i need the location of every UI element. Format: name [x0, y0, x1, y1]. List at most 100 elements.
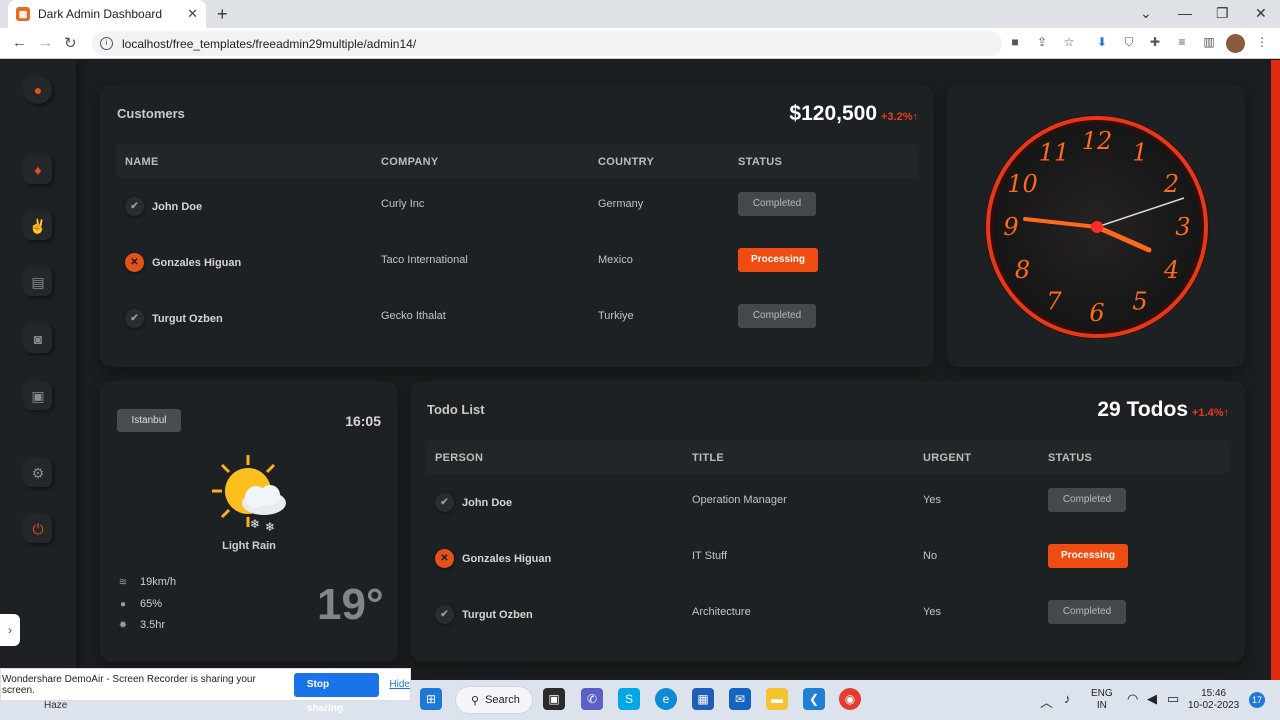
table-row[interactable]: ✔ Turgut Ozben Architecture Yes Completed [426, 596, 1229, 630]
share-icon[interactable]: ⇪ [1035, 35, 1049, 49]
table-row[interactable]: ✕ Gonzales Higuan Taco International Mexi… [116, 244, 918, 278]
todo-card: Todo List 29 Todos +1.4%↑ PERSON TITLE UR… [411, 381, 1245, 662]
page-scrollbar[interactable] [1271, 60, 1280, 680]
temperature: 19° [317, 580, 384, 629]
shield-extension-icon[interactable]: ⛉ [1122, 35, 1136, 49]
extensions-puzzle-icon[interactable]: ✚ [1148, 35, 1162, 49]
customer-country: Mexico [598, 254, 633, 266]
volume-icon[interactable]: ◀ [1147, 691, 1157, 707]
customer-country: Germany [598, 198, 644, 210]
wifi-icon[interactable]: ◠ [1127, 691, 1138, 707]
menu-kebab-icon[interactable]: ⋮ [1255, 35, 1269, 49]
tab-close-icon[interactable]: ✕ [187, 6, 198, 22]
edge-icon[interactable]: e [655, 688, 677, 710]
status-badge: Completed [738, 192, 816, 216]
expand-panel-button[interactable]: › [0, 614, 20, 646]
column-header-company[interactable]: COMPANY [381, 156, 439, 168]
address-bar-row: ← → ↻ i localhost/free_templates/freeadm… [0, 28, 1280, 59]
table-row[interactable]: ✔ Turgut Ozben Gecko Ithalat Turkiye Comp… [116, 300, 918, 334]
notification-count[interactable]: 17 [1249, 692, 1265, 708]
vscode-icon[interactable]: ❮ [803, 688, 825, 710]
check-icon[interactable]: ✔ [435, 605, 454, 624]
clock-tray[interactable]: 15:46 10-02-2023 [1188, 688, 1239, 712]
folder-icon[interactable]: ▬ [766, 688, 788, 710]
person-text: Turgut Ozben [462, 608, 533, 621]
url-field[interactable]: i localhost/free_templates/freeadmin29mu… [92, 31, 1002, 56]
task-view-icon[interactable]: ▣ [543, 688, 565, 710]
clock-numeral: 6 [1089, 299, 1104, 327]
user-icon[interactable]: ● [24, 76, 52, 104]
city-badge[interactable]: Istanbul [117, 409, 181, 432]
forward-icon[interactable]: → [38, 34, 53, 51]
status-badge: Completed [738, 304, 816, 328]
battery-icon[interactable]: ▭ [1167, 691, 1179, 707]
tab-search-icon[interactable]: ⌄ [1140, 5, 1152, 22]
column-header-urgent[interactable]: URGENT [923, 452, 971, 464]
store-icon[interactable]: ▦ [692, 688, 714, 710]
sun-cloud-snow-icon: ❄ ❄ [212, 455, 286, 533]
check-icon[interactable]: ✔ [125, 309, 144, 328]
table-row[interactable]: ✕ Gonzales Higuan IT Stuff No Processing [426, 540, 1229, 574]
close-icon[interactable]: ✕ [435, 549, 454, 568]
side-panel-icon[interactable]: ▥ [1202, 35, 1216, 49]
customers-title: Customers [117, 106, 185, 121]
new-tab-button[interactable]: + [217, 4, 228, 25]
hand-icon[interactable]: ✌ [24, 212, 52, 240]
archive-icon[interactable]: ▤ [24, 268, 52, 296]
chrome-icon[interactable]: ◉ [839, 688, 861, 710]
box-icon[interactable]: ▣ [24, 382, 52, 410]
camera-icon[interactable]: ■ [1008, 35, 1022, 49]
extension-download-icon[interactable]: ⬇ [1095, 35, 1109, 49]
bookmark-star-icon[interactable]: ☆ [1062, 35, 1076, 49]
search-label: Search [485, 694, 520, 706]
column-header-status[interactable]: STATUS [738, 156, 782, 168]
close-window-button[interactable]: ✕ [1255, 5, 1267, 22]
profile-avatar[interactable] [1226, 34, 1245, 53]
clock-numeral: 2 [1163, 170, 1179, 198]
column-header-person[interactable]: PERSON [435, 452, 483, 464]
teams-icon[interactable]: ✆ [581, 688, 603, 710]
browser-tab[interactable]: ▦ Dark Admin Dashboard ✕ [8, 0, 206, 28]
stop-sharing-button[interactable]: Stop sharing [293, 672, 380, 714]
maximize-button[interactable]: ❐ [1216, 5, 1229, 22]
mail-icon[interactable]: ✉ [729, 688, 751, 710]
reading-list-icon[interactable]: ≡ [1175, 35, 1189, 49]
clock-numeral: 5 [1132, 288, 1147, 316]
column-header-name[interactable]: NAME [125, 156, 159, 168]
power-icon[interactable]: ⏻ [24, 515, 52, 543]
taskbar-search[interactable]: ⚲ Search [455, 686, 533, 714]
table-row[interactable]: ✔ John Doe Curly Inc Germany Completed [116, 188, 918, 222]
language-indicator[interactable]: ENG IN [1091, 688, 1113, 712]
mug-icon[interactable]: ◙ [24, 325, 52, 353]
check-icon[interactable]: ✔ [435, 493, 454, 512]
microphone-icon[interactable]: ♪ [1064, 691, 1071, 706]
customer-company: Taco International [381, 254, 468, 266]
weather-card: Istanbul 16:05 ❄ ❄ Light Rain ≋ 19km/h ● 6… [100, 381, 398, 662]
site-info-icon[interactable]: i [100, 37, 113, 50]
customer-company: Gecko Ithalat [381, 310, 446, 322]
browser-tab-strip: ▦ Dark Admin Dashboard ✕ + ⌄ — ❐ ✕ [0, 0, 1280, 28]
todo-change-value: +1.4% [1192, 407, 1224, 419]
clock-numeral: 10 [1007, 170, 1038, 198]
clock-numeral: 7 [1046, 288, 1062, 316]
flame-icon[interactable]: ♦ [24, 156, 52, 184]
search-icon: ⚲ [471, 694, 480, 707]
gear-icon[interactable]: ⚙ [24, 459, 52, 487]
tray-chevron-icon[interactable]: ︿ [1040, 692, 1053, 711]
windows-start-icon[interactable]: ⊞ [420, 688, 442, 710]
back-icon[interactable]: ← [12, 34, 27, 51]
column-header-status[interactable]: STATUS [1048, 452, 1092, 464]
reload-icon[interactable]: ↻ [64, 34, 77, 52]
hide-link[interactable]: Hide [389, 679, 410, 690]
humidity-value: 65% [140, 598, 163, 610]
weather-widget-label[interactable]: Haze [44, 700, 67, 711]
check-icon[interactable]: ✔ [125, 197, 144, 216]
column-header-country[interactable]: COUNTRY [598, 156, 654, 168]
minimize-button[interactable]: — [1178, 5, 1192, 21]
skype-icon[interactable]: S [618, 688, 640, 710]
column-header-title[interactable]: TITLE [692, 452, 724, 464]
todo-urgent: No [923, 550, 938, 562]
name-text: Gonzales Higuan [152, 256, 242, 269]
table-row[interactable]: ✔ John Doe Operation Manager Yes Complete… [426, 484, 1229, 518]
close-icon[interactable]: ✕ [125, 253, 144, 272]
